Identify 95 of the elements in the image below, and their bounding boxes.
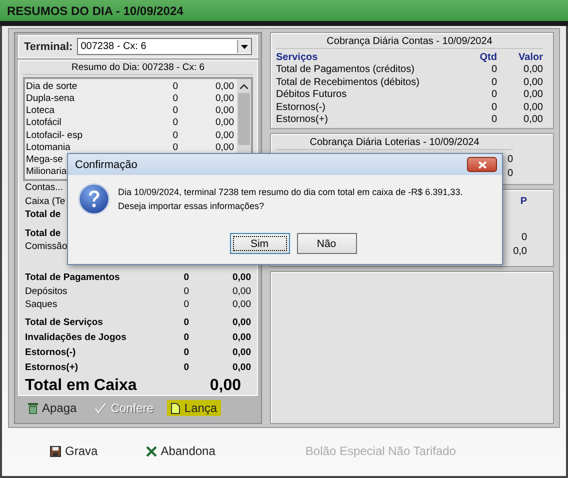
grand-total-value: 0,00	[210, 376, 241, 395]
dropdown-arrow-icon	[241, 44, 248, 49]
game-name: Lotomania	[26, 142, 72, 153]
panel-value: 0	[521, 232, 527, 242]
dialog-button[interactable]: Não	[296, 233, 356, 254]
game-value: 0,00	[214, 105, 234, 116]
game-name: Milionaria	[26, 166, 68, 178]
service-quantity: 0	[490, 102, 497, 113]
total-quantity: 0	[182, 298, 189, 310]
toolbar-button[interactable]: Grava	[50, 444, 98, 458]
service-label: Total de Recebimentos (débitos)	[276, 76, 420, 88]
total-quantity: 0	[182, 346, 189, 358]
close-icon	[478, 160, 486, 168]
total-label: Invalidações de Jogos	[25, 332, 128, 343]
loterias-value: 0	[507, 168, 513, 178]
panel-title: Cobrança Diária Loterias - 10/09/2024	[276, 136, 513, 150]
close-button[interactable]	[467, 157, 497, 172]
service-label: Total de Pagamentos (créditos)	[276, 64, 416, 76]
game-value: 0,00	[214, 80, 234, 92]
summary-label: Contas...	[25, 182, 64, 194]
game-name: Lotofácil	[26, 117, 62, 128]
game-quantity: 0	[172, 142, 178, 153]
total-quantity: 0	[182, 316, 189, 328]
checkmark-icon	[94, 402, 107, 414]
total-quantity: 0	[182, 362, 189, 373]
column-header: Serviços	[276, 52, 319, 63]
service-value: 0,00	[522, 76, 543, 88]
column-header: Valor	[518, 52, 543, 63]
service-value: 0,00	[522, 114, 543, 126]
service-value: 0,00	[522, 102, 543, 113]
total-label: Total de Pagamentos	[25, 272, 121, 283]
game-quantity: 0	[172, 117, 178, 128]
service-value: 0,00	[522, 89, 543, 100]
game-value: 0,00	[214, 130, 234, 141]
loterias-value: 0	[507, 154, 513, 164]
game-value: 0,00	[214, 117, 234, 128]
service-label: Débitos Futuros	[276, 89, 348, 100]
service-label: Estornos(+)	[276, 114, 329, 126]
total-value: 0,00	[232, 332, 251, 343]
game-name: Dia de sorte	[26, 80, 78, 92]
summary-label: Total de	[25, 228, 61, 239]
dialog-message: Dia 10/09/2024, terminal 7238 tem resumo do dia com total em caixa de -R$ 6.391,33.	[118, 186, 463, 199]
total-label: Total de Serviços	[25, 316, 104, 328]
close-icon	[146, 446, 157, 456]
window-title: RESUMOS DO DIA - 10/09/2024	[7, 4, 184, 18]
panel-heading: P	[520, 196, 527, 206]
terminal-dropdown[interactable]: 007238 - Cx: 6	[76, 38, 252, 56]
game-name: Loteca	[26, 105, 56, 116]
game-quantity: 0	[172, 130, 178, 141]
game-quantity: 0	[172, 80, 178, 92]
question-icon	[78, 183, 110, 215]
service-quantity: 0	[490, 114, 497, 126]
terminal-label: Terminal:	[24, 40, 73, 53]
dialog-message: Deseja importar essas informações?	[118, 200, 266, 213]
total-value: 0,00	[232, 298, 251, 310]
scroll-up-icon[interactable]	[240, 84, 248, 90]
document-icon	[171, 402, 180, 414]
service-quantity: 0	[490, 64, 497, 76]
action-button[interactable]: Apaga	[24, 400, 81, 416]
action-button[interactable]: Lança	[167, 400, 222, 416]
game-quantity: 0	[172, 105, 178, 116]
summary-title: Resumo do Dia: 007238 - Cx: 6	[23, 61, 253, 76]
total-label: Saques	[25, 298, 58, 310]
total-value: 0,00	[232, 272, 251, 283]
total-quantity: 0	[182, 332, 189, 343]
game-value: 0,00	[214, 93, 234, 104]
total-label: Estornos(-)	[25, 346, 77, 358]
dialog-title: Confirmação	[75, 158, 138, 170]
game-quantity: 0	[172, 93, 178, 104]
game-value: 0,00	[214, 142, 234, 153]
grand-total-label: Total em Caixa	[25, 376, 137, 395]
total-label: Depósitos	[25, 286, 68, 297]
total-quantity: 0	[182, 286, 189, 297]
summary-label: Total de	[25, 209, 61, 220]
total-value: 0,00	[232, 316, 251, 328]
service-label: Estornos(-)	[276, 102, 326, 113]
game-name: Dupla-sena	[26, 93, 76, 104]
toolbar-button[interactable]: Abandona	[146, 444, 216, 458]
game-name: Lotofacil- esp	[26, 130, 84, 141]
total-value: 0,00	[232, 346, 251, 358]
status-label: Bolão Especial Não Tarifado	[305, 444, 456, 458]
panel-value: 0,0	[513, 246, 527, 256]
total-label: Estornos(+)	[25, 362, 80, 373]
service-quantity: 0	[490, 76, 497, 88]
total-value: 0,00	[232, 362, 251, 373]
dialog-button[interactable]: Sim	[230, 233, 290, 254]
total-quantity: 0	[182, 272, 189, 283]
panel-title: Cobrança Diária Contas - 10/09/2024	[276, 35, 543, 49]
total-value: 0,00	[232, 286, 251, 297]
summary-label: Caixa (Te	[25, 196, 66, 207]
service-quantity: 0	[490, 89, 497, 100]
summary-label: Comissão	[25, 241, 68, 252]
trash-icon	[28, 402, 38, 414]
column-header: Qtd	[478, 52, 497, 63]
service-value: 0,00	[522, 64, 543, 76]
